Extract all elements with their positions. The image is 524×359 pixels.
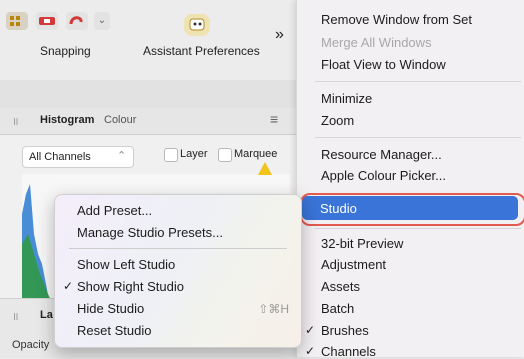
snapping-settings-icon[interactable] <box>66 12 88 30</box>
panel-menu-icon[interactable]: ≡ <box>270 111 278 127</box>
histogram-tab-bar: ॥ Histogram Colour ≡ <box>0 108 296 135</box>
menu-item-batch[interactable]: Batch <box>321 301 354 316</box>
snapping-magnet-icon[interactable] <box>36 12 58 30</box>
hide-studio-shortcut: ⇧⌘H <box>258 302 289 316</box>
warning-icon <box>258 162 272 175</box>
menu-item-brushes[interactable]: Brushes <box>321 323 369 338</box>
menu-separator <box>315 81 521 82</box>
menu-item-resource-manager[interactable]: Resource Manager... <box>321 147 442 162</box>
channel-select[interactable]: All Channels ⌃ <box>22 146 134 168</box>
menu-item-manage-studio-presets[interactable]: Manage Studio Presets... <box>77 225 223 240</box>
opacity-label: Opacity <box>12 339 50 351</box>
menu-item-adjustment[interactable]: Adjustment <box>321 257 386 272</box>
chevron-updown-icon: ⌃ <box>117 150 127 162</box>
menu-item-apple-colour-picker[interactable]: Apple Colour Picker... <box>321 168 446 183</box>
window-menu: Remove Window from Set Merge All Windows… <box>296 0 524 359</box>
menu-separator <box>69 248 287 249</box>
panel-drag-handle-icon[interactable]: ॥ <box>12 114 19 129</box>
menu-item-reset-studio[interactable]: Reset Studio <box>77 323 151 338</box>
menu-item-merge-all-windows: Merge All Windows <box>321 35 432 50</box>
toolbar: ⌄ Snapping Assistant Preferences » <box>0 0 296 81</box>
marquee-checkbox-label: Marquee <box>234 148 278 160</box>
panel-drag-handle-icon[interactable]: ॥ <box>12 309 19 324</box>
channel-select-value: All Channels <box>29 151 91 163</box>
studio-context-menu: Add Preset... Manage Studio Presets... S… <box>54 194 302 348</box>
menu-item-float-view-to-window[interactable]: Float View to Window <box>321 57 446 72</box>
checkmark-icon: ✓ <box>305 344 316 358</box>
menu-item-zoom[interactable]: Zoom <box>321 113 354 128</box>
marquee-checkbox[interactable] <box>218 148 232 162</box>
menu-item-hide-studio[interactable]: Hide Studio <box>77 301 144 316</box>
menu-item-minimize[interactable]: Minimize <box>321 91 372 106</box>
menu-separator <box>315 137 521 138</box>
assistant-icon[interactable] <box>184 14 210 36</box>
checkmark-icon: ✓ <box>63 279 74 293</box>
toolbar-band <box>0 80 296 109</box>
menu-item-assets[interactable]: Assets <box>321 279 360 294</box>
menu-item-add-preset[interactable]: Add Preset... <box>77 203 152 218</box>
grid-icon[interactable] <box>6 12 28 30</box>
menu-item-remove-window-from-set[interactable]: Remove Window from Set <box>321 12 472 27</box>
menu-item-show-left-studio[interactable]: Show Left Studio <box>77 257 175 272</box>
layer-checkbox-label: Layer <box>180 148 208 160</box>
tab-colour[interactable]: Colour <box>104 114 136 126</box>
checkmark-icon: ✓ <box>305 323 316 337</box>
menu-item-show-right-studio[interactable]: Show Right Studio <box>77 279 184 294</box>
annotation-outline <box>300 193 524 226</box>
assistant-preferences-label: Assistant Preferences <box>143 44 260 58</box>
toolbar-overflow-icon[interactable]: » <box>275 26 284 44</box>
layer-checkbox[interactable] <box>164 148 178 162</box>
tab-histogram[interactable]: Histogram <box>40 114 94 126</box>
snapping-label: Snapping <box>40 44 91 58</box>
snapping-dropdown-chevron-icon[interactable]: ⌄ <box>94 12 110 30</box>
tab-layers[interactable]: La <box>40 309 53 321</box>
menu-item-32bit-preview[interactable]: 32-bit Preview <box>321 236 403 251</box>
menu-separator <box>315 228 521 229</box>
